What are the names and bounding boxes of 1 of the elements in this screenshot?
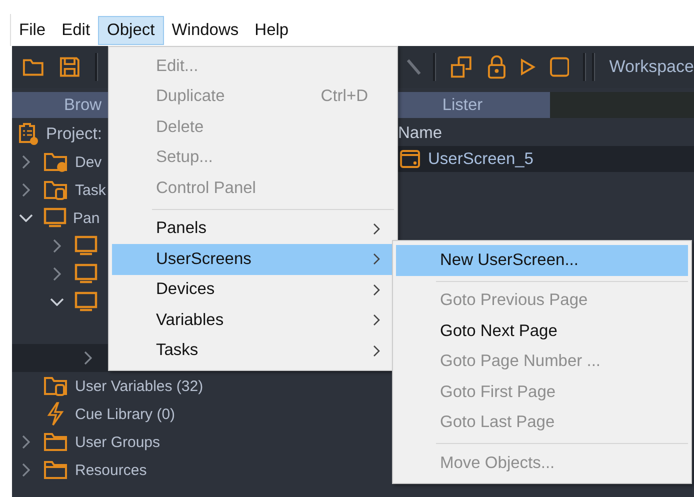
- project-label: Project:: [46, 124, 102, 144]
